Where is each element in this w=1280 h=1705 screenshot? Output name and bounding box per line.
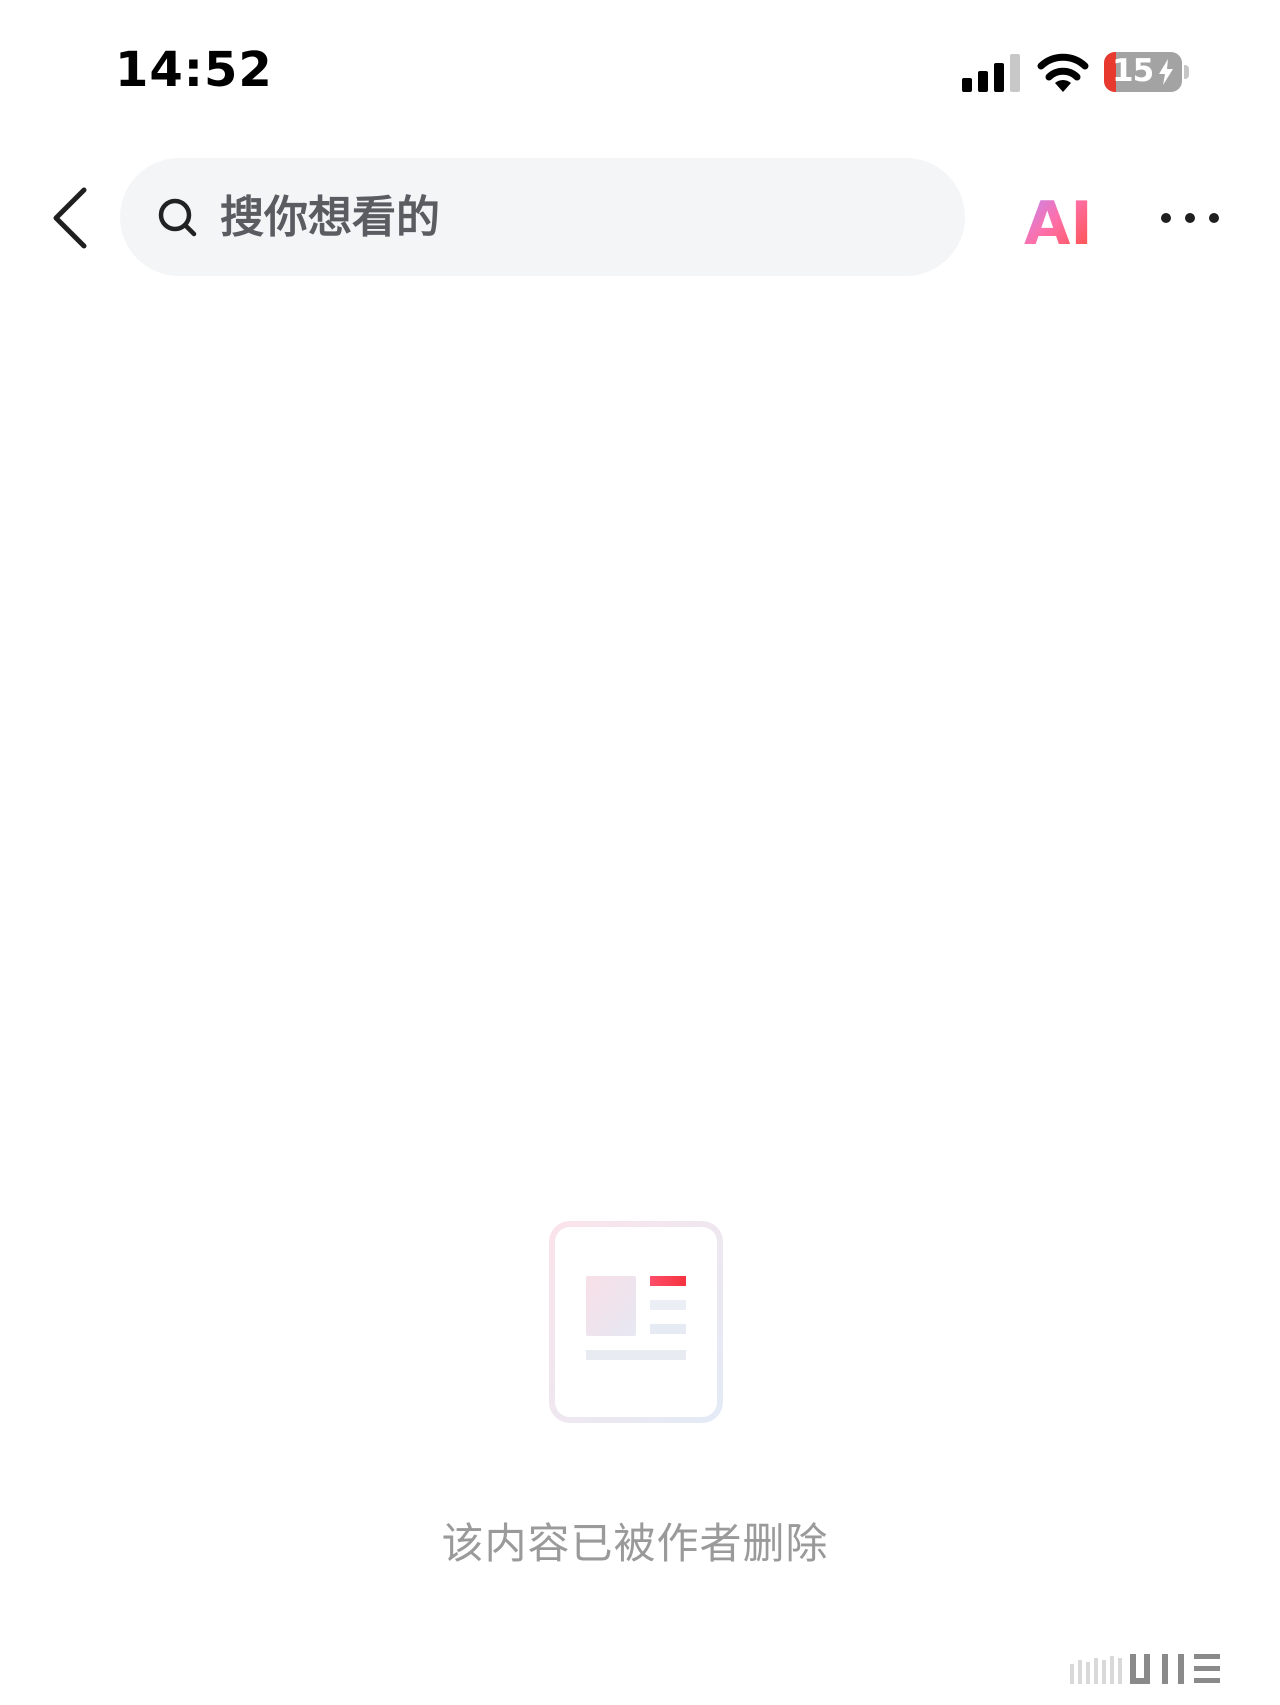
empty-state: 该内容已被作者删除 <box>0 1200 1280 1580</box>
ai-label: AI <box>1024 192 1093 248</box>
cellular-signal-icon <box>962 54 1020 92</box>
battery-cap <box>1184 65 1189 79</box>
charging-bolt-icon <box>1159 59 1173 85</box>
status-time: 14:52 <box>115 42 273 98</box>
status-bar: 14:52 15 <box>0 0 1280 150</box>
back-button[interactable] <box>40 178 100 258</box>
deleted-article-icon <box>549 1221 723 1423</box>
search-icon <box>158 198 197 237</box>
ai-icon: AI <box>1024 192 1093 248</box>
more-button[interactable] <box>1150 186 1230 250</box>
battery-charging-icon: 15 <box>1104 52 1192 92</box>
search-input[interactable] <box>220 158 940 276</box>
ai-button[interactable]: AI <box>1018 178 1098 258</box>
battery-level: 15 <box>1112 53 1154 89</box>
chevron-left-icon <box>53 187 87 249</box>
search-bar[interactable] <box>120 158 965 276</box>
battery-body: 15 <box>1104 52 1182 92</box>
deleted-content-message: 该内容已被作者删除 <box>441 1519 829 1568</box>
more-dots-icon <box>1161 213 1219 223</box>
wifi-icon <box>1037 53 1089 92</box>
watermark-icon <box>1070 1654 1220 1684</box>
nav-bar: AI <box>0 150 1280 285</box>
